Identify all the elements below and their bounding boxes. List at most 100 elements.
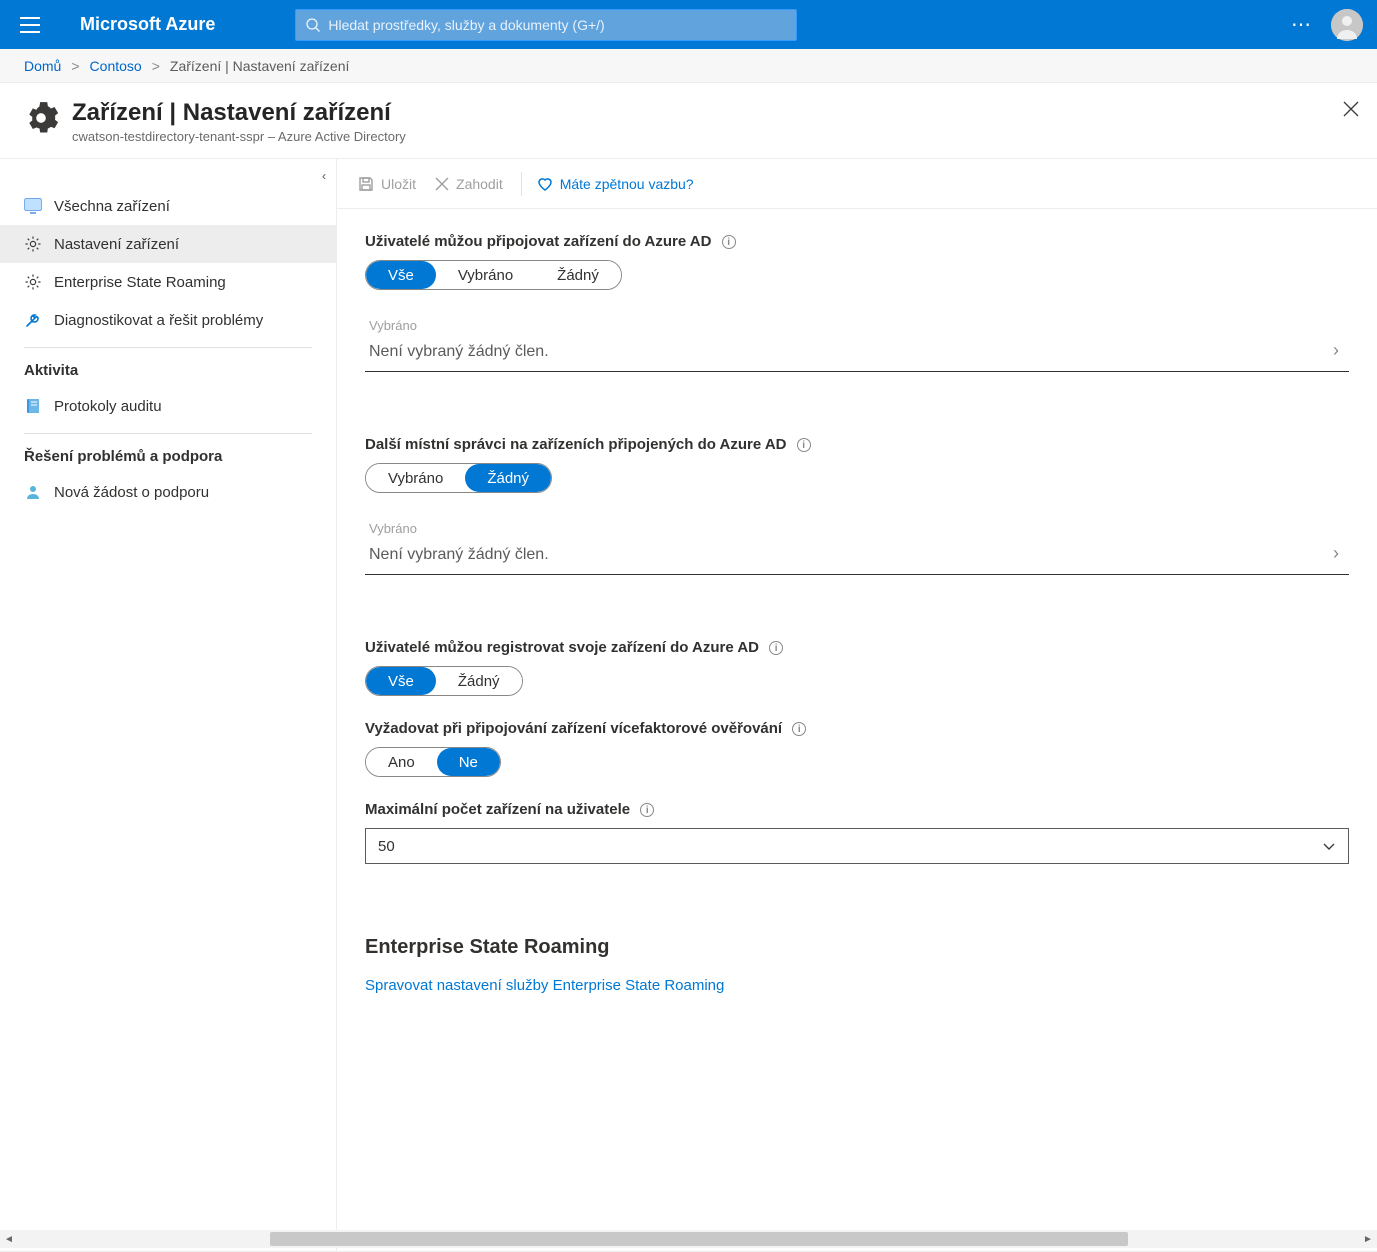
- page-header: Zařízení | Nastavení zařízení cwatson-te…: [0, 83, 1377, 159]
- breadcrumb: Domů > Contoso > Zařízení | Nastavení za…: [0, 49, 1377, 83]
- hamburger-icon: [20, 17, 40, 33]
- field-label-text: Vyžadovat při připojování zařízení vícef…: [365, 720, 782, 737]
- more-menu[interactable]: ⋯: [1277, 12, 1327, 37]
- info-icon[interactable]: i: [797, 438, 811, 452]
- select-max-devices[interactable]: 50: [365, 828, 1349, 864]
- pill-register-all[interactable]: Vše: [366, 667, 436, 695]
- avatar-icon: [1331, 9, 1363, 41]
- chevron-right-icon: ›: [1333, 340, 1339, 361]
- info-icon[interactable]: i: [769, 641, 783, 655]
- discard-button[interactable]: Zahodit: [434, 176, 503, 192]
- sidebar-item-esr[interactable]: Enterprise State Roaming: [0, 263, 336, 301]
- heart-icon: [536, 175, 554, 193]
- sidebar-item-label: Nastavení zařízení: [54, 236, 179, 253]
- toolbar: Uložit Zahodit Máte zpětnou vazbu?: [337, 159, 1377, 209]
- book-icon: [24, 397, 42, 415]
- field-label-text: Další místní správci na zařízeních připo…: [365, 436, 787, 453]
- picker-join-members[interactable]: Vybráno Není vybraný žádný člen. ›: [365, 312, 1349, 372]
- chevron-down-icon: [1322, 839, 1336, 853]
- pillgroup-join: Vše Vybráno Žádný: [365, 260, 622, 290]
- discard-icon: [434, 176, 450, 192]
- breadcrumb-org[interactable]: Contoso: [90, 58, 142, 74]
- hamburger-menu[interactable]: [0, 17, 60, 33]
- gear-icon: [24, 101, 58, 135]
- main-panel: Uložit Zahodit Máte zpětnou vazbu? Uživa…: [337, 159, 1377, 1251]
- pill-admins-selected[interactable]: Vybráno: [366, 464, 465, 492]
- avatar[interactable]: [1331, 9, 1363, 41]
- picker-value: Není vybraný žádný člen.: [369, 546, 549, 564]
- monitor-icon: [24, 197, 42, 215]
- info-icon[interactable]: i: [792, 722, 806, 736]
- pill-admins-none[interactable]: Žádný: [465, 464, 551, 492]
- toolbar-separator: [521, 172, 522, 196]
- discard-label: Zahodit: [456, 176, 503, 192]
- info-icon[interactable]: i: [722, 235, 736, 249]
- chevron-right-icon: ›: [1333, 543, 1339, 564]
- topbar: Microsoft Azure ⋯: [0, 0, 1377, 49]
- scroll-left-button[interactable]: ◄: [0, 1230, 18, 1248]
- sidebar-item-label: Všechna zařízení: [54, 198, 170, 215]
- scroll-right-button[interactable]: ►: [1359, 1230, 1377, 1248]
- breadcrumb-sep: >: [152, 58, 160, 74]
- pill-join-all[interactable]: Vše: [366, 261, 436, 289]
- pillgroup-admins: Vybráno Žádný: [365, 463, 552, 493]
- feedback-button[interactable]: Máte zpětnou vazbu?: [536, 175, 694, 193]
- brand-label: Microsoft Azure: [80, 14, 215, 35]
- field-mfa: Vyžadovat při připojování zařízení vícef…: [365, 720, 1349, 737]
- sidebar-item-all-devices[interactable]: Všechna zařízení: [0, 187, 336, 225]
- save-button[interactable]: Uložit: [357, 175, 416, 193]
- breadcrumb-current: Zařízení | Nastavení zařízení: [170, 58, 350, 74]
- section-esr-title: Enterprise State Roaming: [365, 936, 1349, 959]
- field-label-text: Maximální počet zařízení na uživatele: [365, 801, 630, 818]
- search-input[interactable]: [328, 17, 786, 33]
- info-icon[interactable]: i: [640, 803, 654, 817]
- breadcrumb-sep: >: [71, 58, 79, 74]
- search-icon: [306, 18, 320, 32]
- picker-title: Vybráno: [369, 318, 549, 333]
- sidebar-item-diagnose[interactable]: Diagnostikovat a řešit problémy: [0, 301, 336, 339]
- field-local-admins: Další místní správci na zařízeních připo…: [365, 436, 1349, 453]
- field-join-devices: Uživatelé můžou připojovat zařízení do A…: [365, 233, 1349, 250]
- sidebar-item-label: Enterprise State Roaming: [54, 274, 226, 291]
- sidebar-item-new-support[interactable]: Nová žádost o podporu: [0, 473, 336, 511]
- field-register-devices: Uživatelé můžou registrovat svoje zaříze…: [365, 639, 1349, 656]
- page-title: Zařízení | Nastavení zařízení: [72, 99, 406, 127]
- field-label-text: Uživatelé můžou připojovat zařízení do A…: [365, 233, 711, 250]
- wrench-icon: [24, 311, 42, 329]
- horizontal-scrollbar: ◄ ►: [0, 1230, 1377, 1248]
- pillgroup-mfa: Ano Ne: [365, 747, 501, 777]
- support-person-icon: [24, 483, 42, 501]
- picker-title: Vybráno: [369, 521, 549, 536]
- scroll-track[interactable]: [18, 1230, 1359, 1248]
- save-icon: [357, 175, 375, 193]
- sidebar-item-device-settings[interactable]: Nastavení zařízení: [0, 225, 336, 263]
- sidebar-item-label: Nová žádost o podporu: [54, 484, 209, 501]
- pill-mfa-no[interactable]: Ne: [437, 748, 500, 776]
- pillgroup-register: Vše Žádný: [365, 666, 523, 696]
- content-area: Uživatelé můžou připojovat zařízení do A…: [337, 209, 1377, 1251]
- scroll-thumb[interactable]: [270, 1232, 1128, 1246]
- feedback-label: Máte zpětnou vazbu?: [560, 176, 694, 192]
- link-manage-esr[interactable]: Spravovat nastavení služby Enterprise St…: [365, 977, 1349, 994]
- global-search[interactable]: [295, 9, 797, 41]
- breadcrumb-home[interactable]: Domů: [24, 58, 61, 74]
- sidebar-item-label: Diagnostikovat a řešit problémy: [54, 312, 263, 329]
- sidebar-item-label: Protokoly auditu: [54, 398, 162, 415]
- select-value: 50: [378, 838, 395, 855]
- close-button[interactable]: [1343, 101, 1359, 117]
- pill-join-none[interactable]: Žádný: [535, 261, 621, 289]
- picker-value: Není vybraný žádný člen.: [369, 343, 549, 361]
- close-icon: [1343, 101, 1359, 117]
- pill-register-none[interactable]: Žádný: [436, 667, 522, 695]
- pill-join-selected[interactable]: Vybráno: [436, 261, 535, 289]
- sidebar-section-support: Řešení problémů a podpora: [24, 433, 312, 473]
- field-label-text: Uživatelé můžou registrovat svoje zaříze…: [365, 639, 759, 656]
- page-subtitle: cwatson-testdirectory-tenant-sspr – Azur…: [72, 129, 406, 144]
- sidebar-item-audit-logs[interactable]: Protokoly auditu: [0, 387, 336, 425]
- pill-mfa-yes[interactable]: Ano: [366, 748, 437, 776]
- picker-admins-members[interactable]: Vybráno Není vybraný žádný člen. ›: [365, 515, 1349, 575]
- save-label: Uložit: [381, 176, 416, 192]
- sidebar-section-activity: Aktivita: [24, 347, 312, 387]
- gear-icon: [24, 273, 42, 291]
- field-max-devices: Maximální počet zařízení na uživatele i: [365, 801, 1349, 818]
